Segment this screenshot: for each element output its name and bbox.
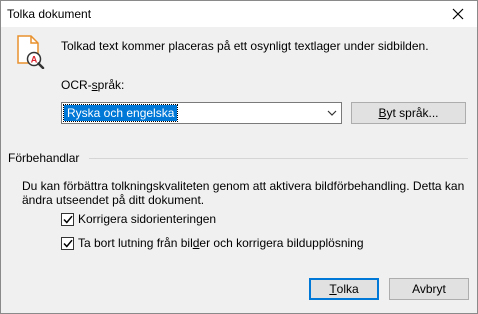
deskew-checkbox[interactable] (61, 236, 74, 250)
cancel-button[interactable]: Avbryt (389, 278, 469, 300)
ocr-language-label: OCR-språk: (61, 78, 125, 92)
checkmark-icon (62, 239, 73, 248)
preprocessing-description: Du kan förbättra tolkningskvaliteten gen… (22, 179, 465, 207)
ocr-language-select[interactable]: Ryska och engelska (61, 102, 342, 124)
ok-button[interactable]: Tolka (309, 278, 379, 300)
close-button[interactable] (439, 1, 477, 27)
window-title: Tolka dokument (7, 7, 92, 21)
ocr-language-value: Ryska och engelska (62, 104, 179, 122)
correct-orientation-checkbox[interactable] (61, 212, 74, 226)
change-language-button[interactable]: Byt språk... (351, 102, 466, 124)
title-bar: Tolka dokument (1, 1, 477, 27)
svg-text:A: A (31, 55, 38, 65)
preprocessing-group-title: Förbehandlar (8, 151, 80, 165)
tolka-dokument-dialog: Tolka dokument A Tolkad text kommer plac… (0, 0, 478, 314)
checkmark-icon (62, 215, 73, 224)
group-divider (89, 158, 468, 159)
correct-orientation-label: Korrigera sidorienteringen (78, 212, 217, 226)
deskew-option[interactable]: Ta bort lutning från bilder och korriger… (61, 236, 364, 250)
chevron-down-icon (327, 110, 337, 116)
document-ocr-icon: A (17, 35, 45, 69)
correct-orientation-option[interactable]: Korrigera sidorienteringen (61, 212, 216, 226)
deskew-label: Ta bort lutning från bilder och korriger… (78, 236, 364, 250)
intro-text: Tolkad text kommer placeras på ett osynl… (61, 39, 429, 53)
close-icon (452, 8, 464, 20)
